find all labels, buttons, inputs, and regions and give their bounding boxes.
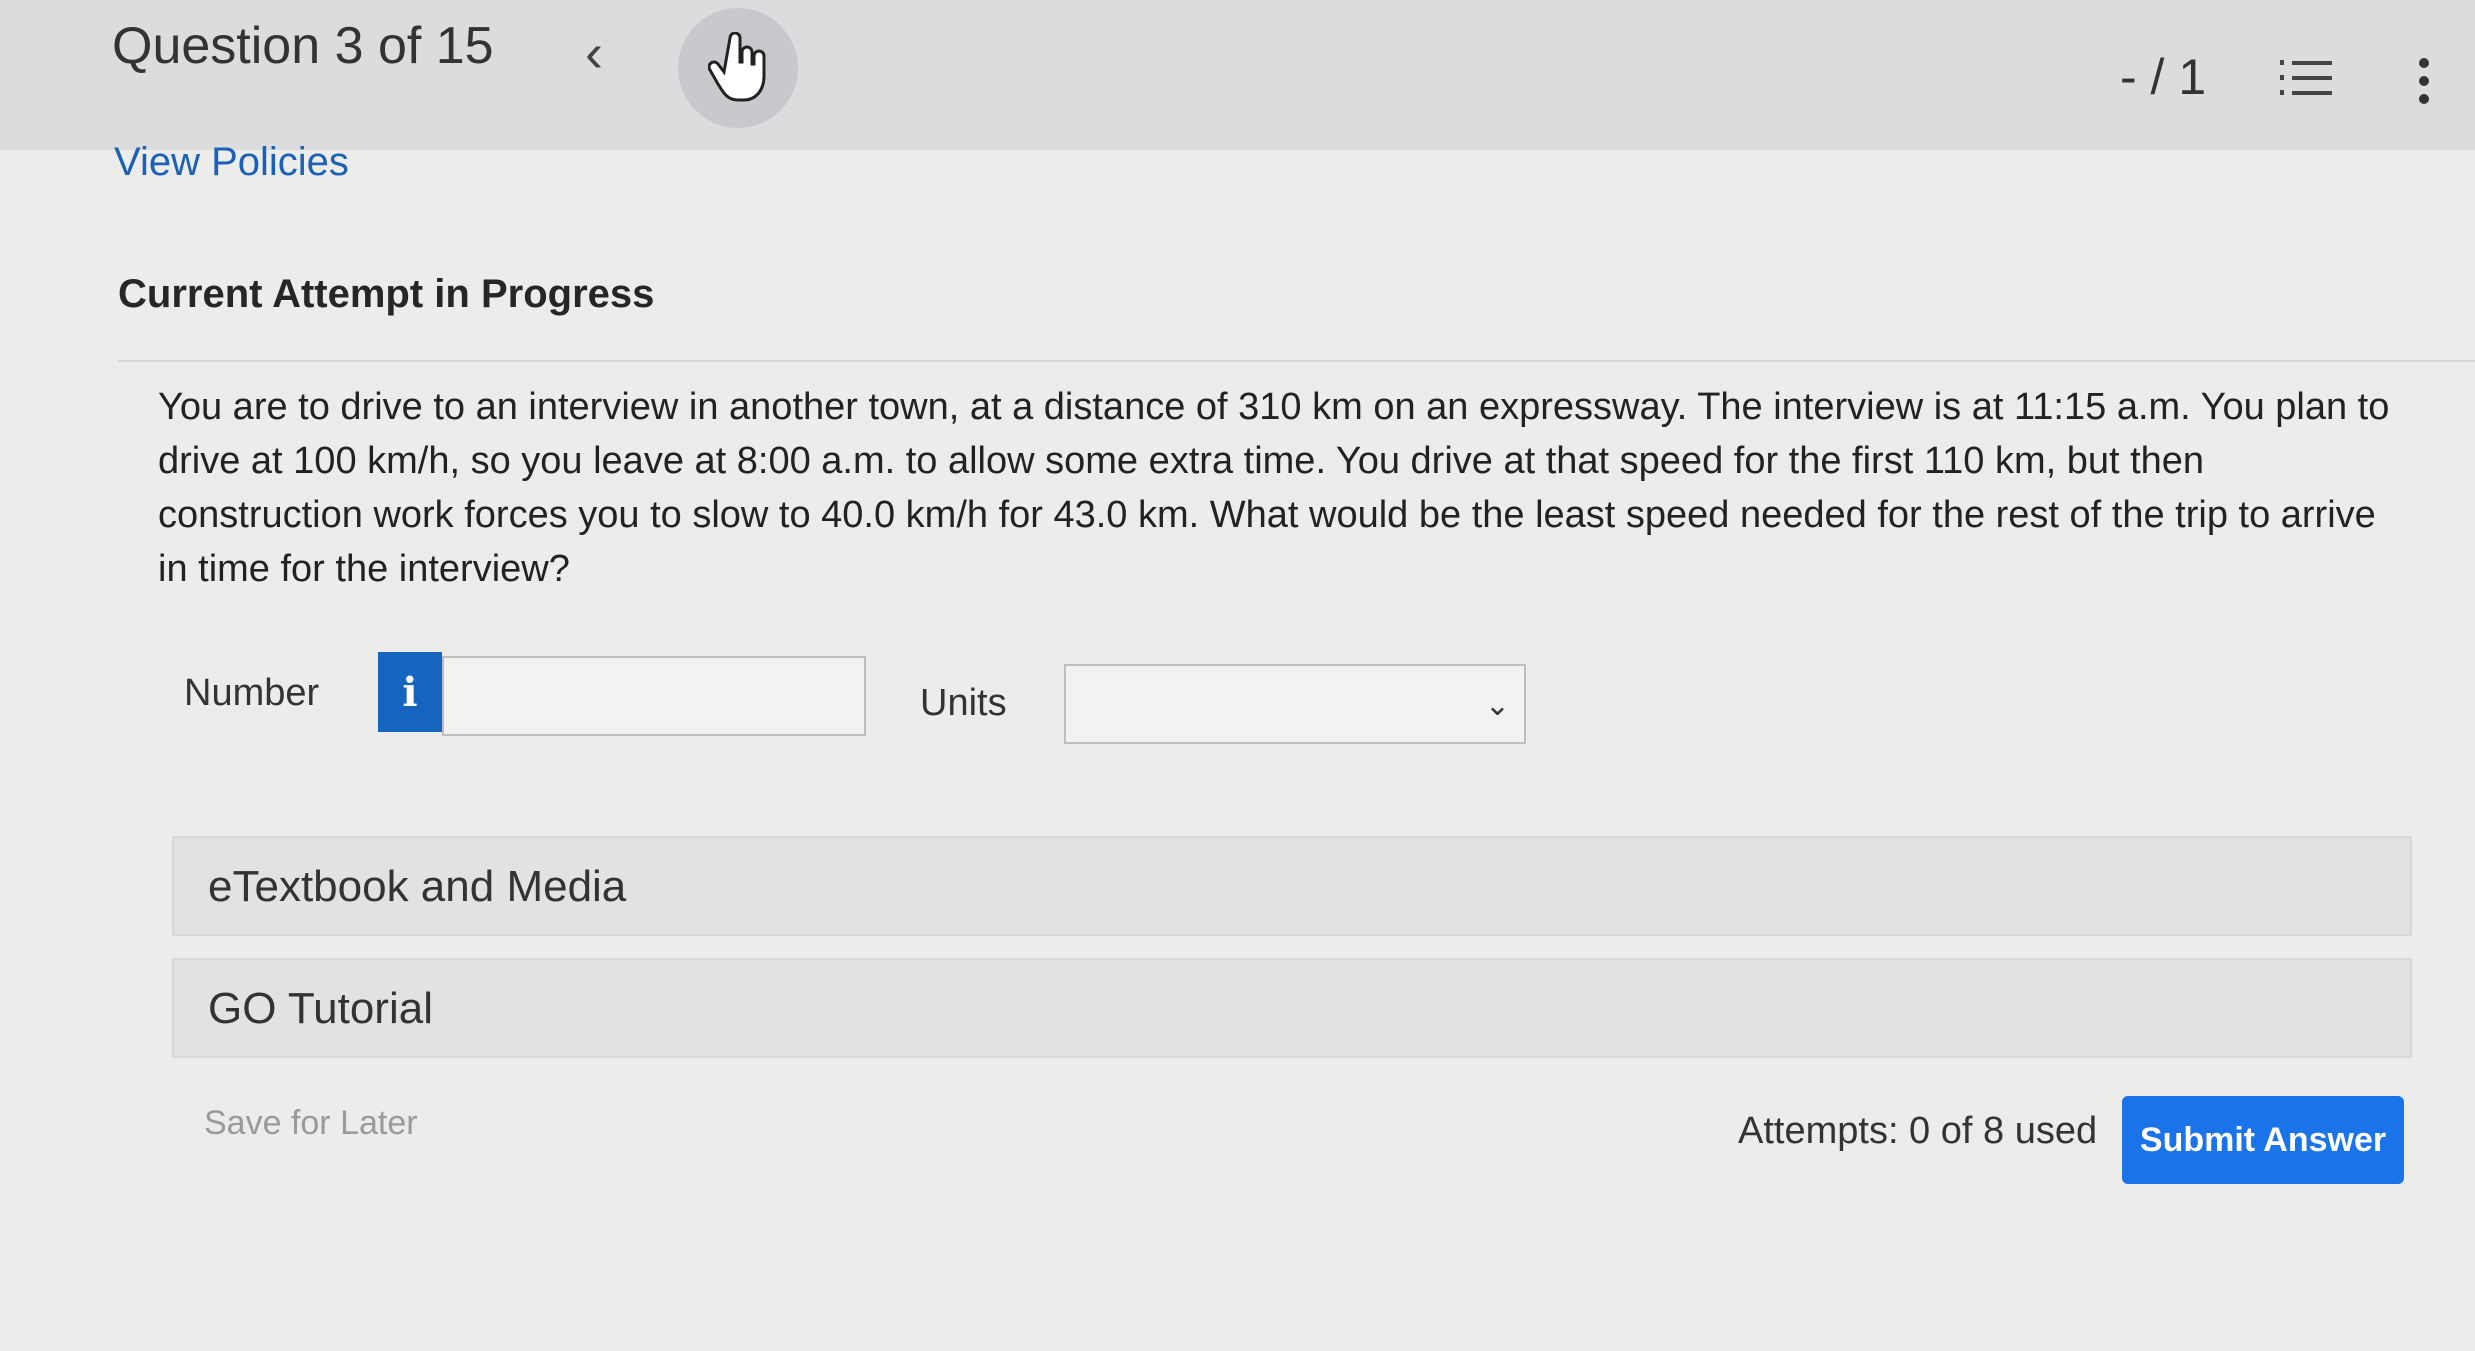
etextbook-media-panel[interactable]: eTextbook and Media xyxy=(172,836,2412,936)
save-for-later-link[interactable]: Save for Later xyxy=(204,1104,418,1143)
number-input[interactable] xyxy=(442,656,866,736)
hand-pointer-button[interactable] xyxy=(678,8,798,128)
submit-answer-button[interactable]: Submit Answer xyxy=(2122,1096,2404,1184)
numbered-list-icon[interactable] xyxy=(2280,56,2332,100)
vertical-dots-icon[interactable] xyxy=(2412,56,2436,106)
go-tutorial-panel[interactable]: GO Tutorial xyxy=(172,958,2412,1058)
number-label: Number xyxy=(184,672,320,714)
chevron-down-icon: ⌄ xyxy=(1484,689,1510,722)
question-progress: Question 3 of 15 xyxy=(112,17,494,75)
etextbook-media-label: eTextbook and Media xyxy=(208,862,627,911)
go-tutorial-label: GO Tutorial xyxy=(208,984,433,1033)
units-dropdown[interactable]: ⌄ xyxy=(1064,664,1526,744)
attempts-counter: Attempts: 0 of 8 used xyxy=(1738,1110,2098,1152)
chevron-left-icon[interactable]: ‹ xyxy=(585,22,603,84)
units-label: Units xyxy=(920,682,1007,724)
divider xyxy=(118,360,2475,362)
view-policies-link[interactable]: View Policies xyxy=(114,140,349,185)
hand-pointer-icon xyxy=(708,32,766,102)
info-button[interactable]: i xyxy=(378,652,442,732)
question-text: You are to drive to an interview in anot… xyxy=(158,386,2390,590)
attempt-heading: Current Attempt in Progress xyxy=(118,272,655,316)
score: - / 1 xyxy=(2120,49,2207,105)
